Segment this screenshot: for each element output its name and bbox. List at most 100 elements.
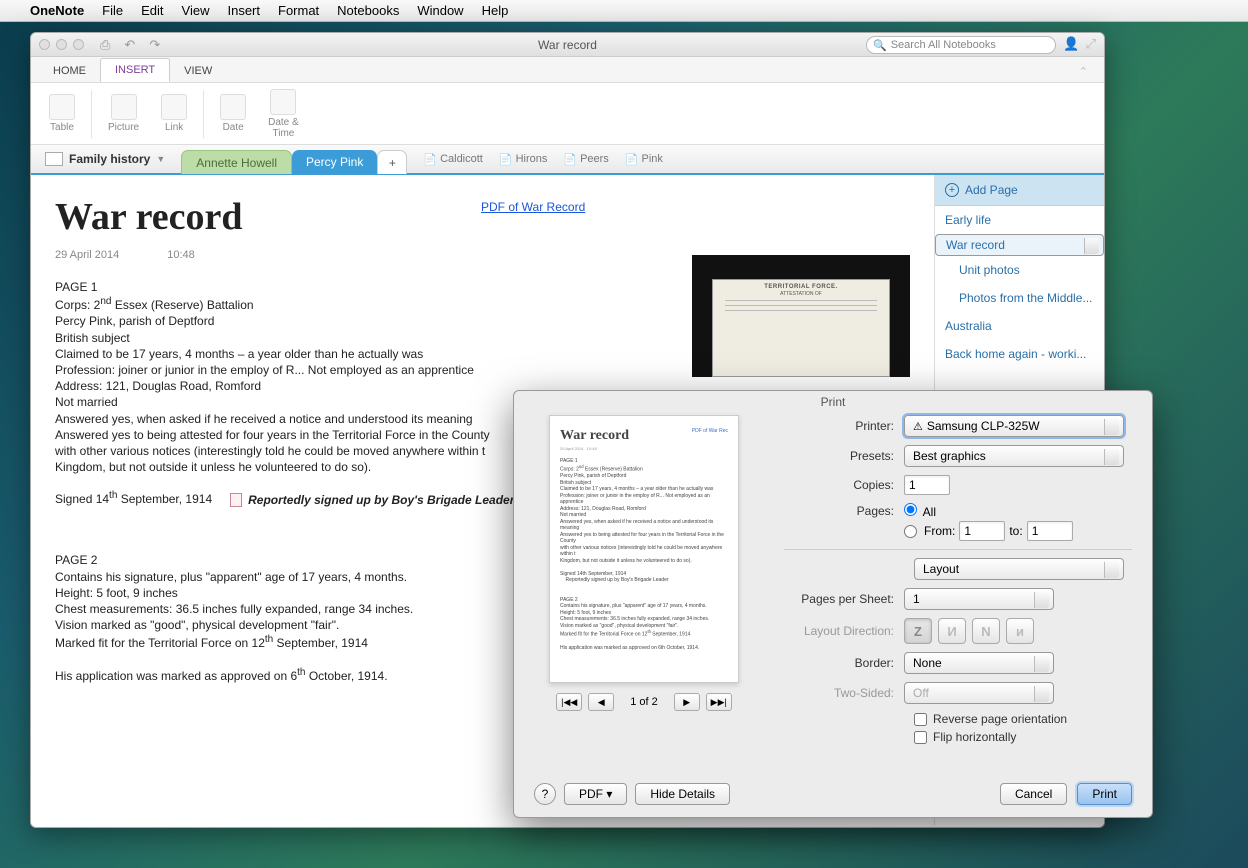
tag-caldicott[interactable]: 📄 Caldicott bbox=[423, 153, 483, 166]
menu-edit[interactable]: Edit bbox=[141, 3, 163, 18]
pps-label: Pages per Sheet: bbox=[784, 592, 904, 606]
presets-select[interactable]: Best graphics bbox=[904, 445, 1124, 467]
dialog-footer: ? PDF ▾ Hide Details Cancel Print bbox=[534, 783, 1132, 805]
hide-details-button[interactable]: Hide Details bbox=[635, 783, 730, 805]
section-tab-annette[interactable]: Annette Howell bbox=[181, 150, 292, 174]
dir-3[interactable]: N bbox=[972, 618, 1000, 644]
menu-file[interactable]: File bbox=[102, 3, 123, 18]
dir-4[interactable]: ᴎ bbox=[1006, 618, 1034, 644]
tag-note[interactable]: Reportedly signed up by Boy's Brigade Le… bbox=[230, 492, 514, 508]
menu-view[interactable]: View bbox=[182, 3, 210, 18]
twosided-label: Two-Sided: bbox=[784, 686, 904, 700]
tag-hirons[interactable]: 📄 Hirons bbox=[499, 153, 548, 166]
mac-menu-bar: OneNote File Edit View Insert Format Not… bbox=[0, 0, 1248, 22]
ribbon: Table Picture Link Date Date & Time bbox=[31, 83, 1104, 145]
printer-select[interactable]: ⚠Samsung CLP-325W bbox=[904, 415, 1124, 437]
tag-icon bbox=[230, 493, 242, 507]
save-icon[interactable]: ⎙ bbox=[100, 37, 110, 53]
nav-next[interactable]: ▶ bbox=[674, 693, 700, 711]
nav-first[interactable]: |◀◀ bbox=[556, 693, 582, 711]
search-input[interactable]: 🔍 Search All Notebooks bbox=[866, 36, 1056, 54]
copies-label: Copies: bbox=[784, 478, 904, 492]
ribbon-datetime[interactable]: Date & Time bbox=[262, 89, 305, 139]
tag-peers[interactable]: 📄 Peers bbox=[563, 153, 608, 166]
pps-select[interactable]: 1 bbox=[904, 588, 1054, 610]
nav-prev[interactable]: ◀ bbox=[588, 693, 614, 711]
notebook-selector[interactable]: Family history ▼ bbox=[39, 149, 171, 169]
menu-window[interactable]: Window bbox=[417, 3, 463, 18]
page-list-item[interactable]: Photos from the Middle... bbox=[935, 284, 1104, 312]
traffic-lights[interactable] bbox=[39, 39, 84, 50]
print-button[interactable]: Print bbox=[1077, 783, 1132, 805]
preview-nav: |◀◀ ◀ 1 of 2 ▶ ▶▶| bbox=[534, 693, 754, 711]
page-list-item[interactable]: War record bbox=[935, 234, 1104, 256]
date-icon bbox=[220, 94, 246, 120]
undo-icon[interactable]: ↶ bbox=[124, 37, 135, 53]
link-icon bbox=[161, 94, 187, 120]
section-tab-add[interactable]: + bbox=[377, 150, 407, 174]
dir-2[interactable]: И bbox=[938, 618, 966, 644]
table-icon bbox=[49, 94, 75, 120]
cancel-button[interactable]: Cancel bbox=[1000, 783, 1067, 805]
menu-insert[interactable]: Insert bbox=[227, 3, 260, 18]
tag-pink[interactable]: 📄 Pink bbox=[625, 153, 663, 166]
pdf-button[interactable]: PDF ▾ bbox=[564, 783, 627, 805]
copies-input[interactable] bbox=[904, 475, 950, 495]
twosided-select[interactable]: Off bbox=[904, 682, 1054, 704]
preview-page: PDF of War Rec War record 29 April 2014 … bbox=[549, 415, 739, 683]
collapse-ribbon-icon[interactable]: ⌃ bbox=[1071, 61, 1096, 82]
signed-line: Signed 14th September, 1914 bbox=[55, 489, 212, 507]
tab-home[interactable]: HOME bbox=[39, 60, 100, 82]
ribbon-link[interactable]: Link bbox=[155, 94, 193, 133]
menu-notebooks[interactable]: Notebooks bbox=[337, 3, 399, 18]
flip-checkbox[interactable]: Flip horizontally bbox=[914, 730, 1132, 744]
search-placeholder: Search All Notebooks bbox=[891, 39, 996, 51]
to-input[interactable] bbox=[1027, 521, 1073, 541]
search-icon: 🔍 bbox=[873, 39, 887, 52]
dir-1[interactable]: Z bbox=[904, 618, 932, 644]
layout-select[interactable]: Layout bbox=[914, 558, 1124, 580]
page-list-item[interactable]: Australia bbox=[935, 312, 1104, 340]
nav-label: 1 of 2 bbox=[630, 696, 658, 708]
pages-label: Pages: bbox=[784, 504, 904, 518]
page-list-item[interactable]: Back home again - worki... bbox=[935, 340, 1104, 368]
reverse-checkbox[interactable]: Reverse page orientation bbox=[914, 712, 1132, 726]
notebook-icon bbox=[45, 152, 63, 166]
layout-direction: Z И N ᴎ bbox=[904, 618, 1034, 644]
tab-insert[interactable]: INSERT bbox=[100, 58, 170, 82]
pages-from-radio[interactable]: From: to: bbox=[904, 521, 1073, 541]
menu-format[interactable]: Format bbox=[278, 3, 319, 18]
help-button[interactable]: ? bbox=[534, 783, 556, 805]
print-settings: Printer: ⚠Samsung CLP-325W Presets: Best… bbox=[784, 415, 1132, 748]
quick-access[interactable]: ⎙ ↶ ↷ bbox=[100, 37, 160, 53]
section-overflow-tags: 📄 Caldicott 📄 Hirons 📄 Peers 📄 Pink bbox=[423, 153, 663, 166]
pages-all-radio[interactable]: All bbox=[904, 503, 936, 519]
ribbon-picture[interactable]: Picture bbox=[102, 94, 145, 133]
tab-view[interactable]: VIEW bbox=[170, 60, 226, 82]
section-tab-percy[interactable]: Percy Pink bbox=[292, 150, 377, 174]
page-list-item[interactable]: Early life bbox=[935, 206, 1104, 234]
menu-app[interactable]: OneNote bbox=[30, 3, 84, 18]
redo-icon[interactable]: ↷ bbox=[149, 37, 160, 53]
embedded-image[interactable]: TERRITORIAL FORCE. ATTESTATION OF bbox=[692, 255, 910, 377]
ribbon-tabs: HOME INSERT VIEW ⌃ bbox=[31, 57, 1104, 83]
chevron-down-icon: ▼ bbox=[156, 154, 165, 164]
nav-last[interactable]: ▶▶| bbox=[706, 693, 732, 711]
page-list-item[interactable]: Unit photos bbox=[935, 256, 1104, 284]
dir-label: Layout Direction: bbox=[784, 624, 904, 638]
fullscreen-icon[interactable]: ⤢ bbox=[1086, 36, 1096, 52]
datetime-icon bbox=[270, 89, 296, 115]
border-select[interactable]: None bbox=[904, 652, 1054, 674]
ribbon-table[interactable]: Table bbox=[43, 94, 81, 133]
pdf-link[interactable]: PDF of War Record bbox=[481, 200, 585, 214]
ribbon-date[interactable]: Date bbox=[214, 94, 252, 133]
dialog-title: Print bbox=[514, 391, 1152, 415]
from-input[interactable] bbox=[959, 521, 1005, 541]
menu-help[interactable]: Help bbox=[482, 3, 509, 18]
plus-icon: + bbox=[945, 183, 959, 197]
printer-label: Printer: bbox=[784, 419, 904, 433]
notebook-bar: Family history ▼ Annette Howell Percy Pi… bbox=[31, 145, 1104, 175]
border-label: Border: bbox=[784, 656, 904, 670]
share-icon[interactable]: 👤 bbox=[1063, 36, 1079, 52]
add-page-button[interactable]: + Add Page bbox=[935, 175, 1104, 206]
